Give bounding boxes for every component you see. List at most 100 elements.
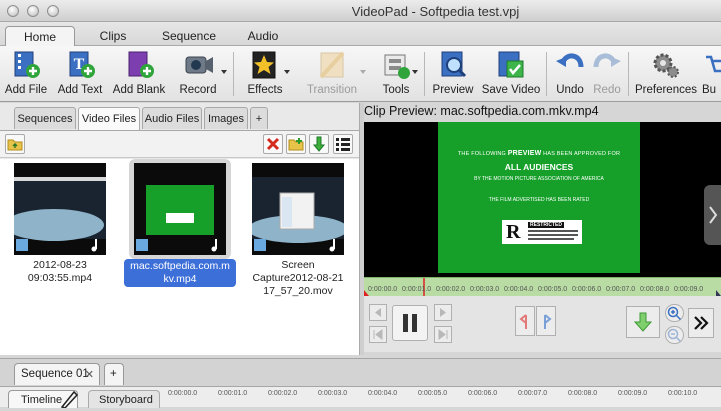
cart-icon bbox=[706, 55, 721, 73]
clip-thumbnail-2[interactable] bbox=[134, 163, 226, 255]
transition-label: Transition bbox=[306, 84, 358, 96]
green-down-arrow-icon bbox=[633, 312, 653, 332]
clip-caption-2[interactable]: mac.softpedia.com.m kv.mp4 bbox=[124, 259, 236, 287]
timeline-tick-0: 0:00:00.0 bbox=[168, 390, 198, 397]
more-controls-button[interactable] bbox=[688, 308, 714, 338]
preview-tick-1: 0:00:01.0 bbox=[402, 286, 432, 293]
close-icon[interactable]: ✕ bbox=[85, 368, 94, 381]
tab-audio-files[interactable]: Audio Files bbox=[142, 107, 202, 129]
redo-label: Redo bbox=[593, 84, 621, 96]
preview-tick-6: 0:00:06.0 bbox=[572, 286, 602, 293]
save-video-button[interactable]: Save Video bbox=[481, 49, 541, 101]
save-video-label: Save Video bbox=[481, 84, 541, 96]
place-on-sequence-button[interactable] bbox=[626, 306, 660, 338]
go-to-start-button[interactable] bbox=[369, 326, 387, 343]
clip-thumbnail-3[interactable] bbox=[248, 163, 348, 255]
timeline-tick-10: 0:00:10.0 bbox=[668, 390, 698, 397]
zoom-out-icon bbox=[667, 328, 682, 343]
add-blank-button[interactable]: Add Blank bbox=[111, 49, 167, 101]
record-button[interactable]: Record bbox=[176, 49, 220, 101]
timeline-tick-4: 0:00:04.0 bbox=[368, 390, 398, 397]
timeline-tick-2: 0:00:02.0 bbox=[268, 390, 298, 397]
timeline-tick-8: 0:00:08.0 bbox=[568, 390, 598, 397]
transition-dropdown-caret[interactable] bbox=[360, 70, 366, 74]
add-text-button[interactable]: T Add Text bbox=[55, 49, 105, 101]
add-sequence-tab-button[interactable]: + bbox=[104, 363, 124, 385]
preferences-button[interactable]: Preferences bbox=[634, 49, 698, 101]
preview-button[interactable]: Preview bbox=[431, 49, 475, 101]
preview-tick-9: 0:00:09.0 bbox=[674, 286, 704, 293]
playback-controls bbox=[364, 296, 721, 352]
list-view-button[interactable] bbox=[333, 134, 353, 154]
transition-button[interactable]: Transition bbox=[304, 49, 360, 101]
redo-button[interactable]: Redo bbox=[589, 49, 625, 101]
tab-audio[interactable]: Audio bbox=[240, 26, 286, 46]
green-down-arrow-icon bbox=[312, 136, 326, 152]
tab-sequence-01[interactable]: Sequence 01 ✕ bbox=[14, 363, 100, 385]
clip-caption-3[interactable]: Screen Capture2012-08-21 17_57_20.mov bbox=[246, 259, 350, 298]
add-file-button[interactable]: Add File bbox=[3, 49, 49, 101]
preferences-label: Preferences bbox=[634, 84, 697, 96]
double-chevron-right-icon bbox=[694, 316, 709, 330]
clip-preview-title: Clip Preview: mac.softpedia.com.mkv.mp4 bbox=[364, 104, 599, 118]
timeline-tick-6: 0:00:06.0 bbox=[468, 390, 498, 397]
next-frame-button[interactable] bbox=[434, 304, 452, 321]
preview-side-expander[interactable] bbox=[704, 185, 721, 245]
media-bin: Sequences Video Files Audio Files Images… bbox=[0, 103, 359, 355]
zoom-in-button[interactable] bbox=[665, 304, 684, 322]
save-video-icon bbox=[498, 51, 524, 78]
zoom-out-button[interactable] bbox=[665, 326, 684, 344]
step-back-icon bbox=[375, 308, 381, 317]
tab-sequence[interactable]: Sequence bbox=[156, 26, 222, 46]
preview-scrub-bar[interactable]: 0:00:00.0 0:00:01.0 0:00:02.0 0:00:03.0 … bbox=[364, 277, 721, 297]
go-to-end-button[interactable] bbox=[434, 326, 452, 343]
clip-preview-video[interactable]: THE FOLLOWING PREVIEW HAS BEEN APPROVED … bbox=[364, 122, 721, 277]
timeline-tick-7: 0:00:07.0 bbox=[518, 390, 548, 397]
clip-caption-1[interactable]: 2012-08-23 09:03:55.mp4 bbox=[12, 259, 108, 285]
add-file-label: Add File bbox=[4, 84, 48, 96]
preview-tick-7: 0:00:07.0 bbox=[606, 286, 636, 293]
record-dropdown-caret[interactable] bbox=[221, 70, 227, 74]
timeline-header: Timeline Storyboard 0:00:00.0 0:00:01.0 … bbox=[0, 386, 721, 409]
preview-tick-3: 0:00:03.0 bbox=[470, 286, 500, 293]
remove-clip-button[interactable] bbox=[263, 134, 283, 154]
effects-dropdown-caret[interactable] bbox=[284, 70, 290, 74]
parent-folder-button[interactable] bbox=[5, 134, 25, 154]
tab-storyboard[interactable]: Storyboard bbox=[88, 390, 160, 408]
effects-button[interactable]: Effects bbox=[243, 49, 287, 101]
tab-home[interactable]: Home bbox=[5, 26, 75, 47]
tab-sequences[interactable]: Sequences bbox=[14, 107, 76, 129]
preview-tick-0: 0:00:00.0 bbox=[368, 286, 398, 293]
play-pause-button[interactable] bbox=[392, 305, 428, 341]
pencil-icon bbox=[58, 389, 80, 409]
prev-frame-button[interactable] bbox=[369, 304, 387, 321]
buy-button[interactable]: Bu bbox=[702, 49, 721, 101]
set-start-marker-button[interactable] bbox=[515, 306, 535, 336]
add-to-sequence-button[interactable] bbox=[309, 134, 329, 154]
zoom-in-icon bbox=[667, 306, 682, 321]
preview-magnifier-icon bbox=[441, 51, 467, 78]
preview-tick-8: 0:00:08.0 bbox=[640, 286, 670, 293]
tab-images[interactable]: Images bbox=[204, 107, 248, 129]
bin-toolbar bbox=[0, 130, 359, 158]
add-text-icon: T bbox=[69, 51, 95, 78]
add-blank-icon bbox=[128, 51, 154, 78]
tools-dropdown-caret[interactable] bbox=[412, 70, 418, 74]
sequence-tab-bar: Sequence 01 ✕ + bbox=[0, 358, 721, 386]
screen-capture-thumbnail bbox=[248, 163, 348, 255]
delete-x-icon bbox=[266, 137, 280, 151]
set-end-marker-button[interactable] bbox=[536, 306, 556, 336]
tools-button[interactable]: Tools bbox=[376, 49, 416, 101]
tab-video-files[interactable]: Video Files bbox=[78, 107, 140, 130]
clip-thumbnail-1[interactable] bbox=[4, 163, 106, 255]
timeline-ruler[interactable]: 0:00:00.0 0:00:01.0 0:00:02.0 0:00:03.0 … bbox=[166, 387, 721, 408]
timeline-tick-1: 0:00:01.0 bbox=[218, 390, 248, 397]
green-rating-card-thumbnail bbox=[134, 163, 226, 255]
tab-clips[interactable]: Clips bbox=[88, 26, 138, 46]
add-bin-tab-button[interactable]: + bbox=[250, 107, 268, 129]
rating-box: R RESTRICTED bbox=[502, 220, 582, 244]
new-folder-button[interactable] bbox=[286, 134, 306, 154]
undo-button[interactable]: Undo bbox=[552, 49, 588, 101]
desktop-earth-thumbnail bbox=[4, 163, 106, 255]
new-folder-icon bbox=[288, 138, 304, 151]
